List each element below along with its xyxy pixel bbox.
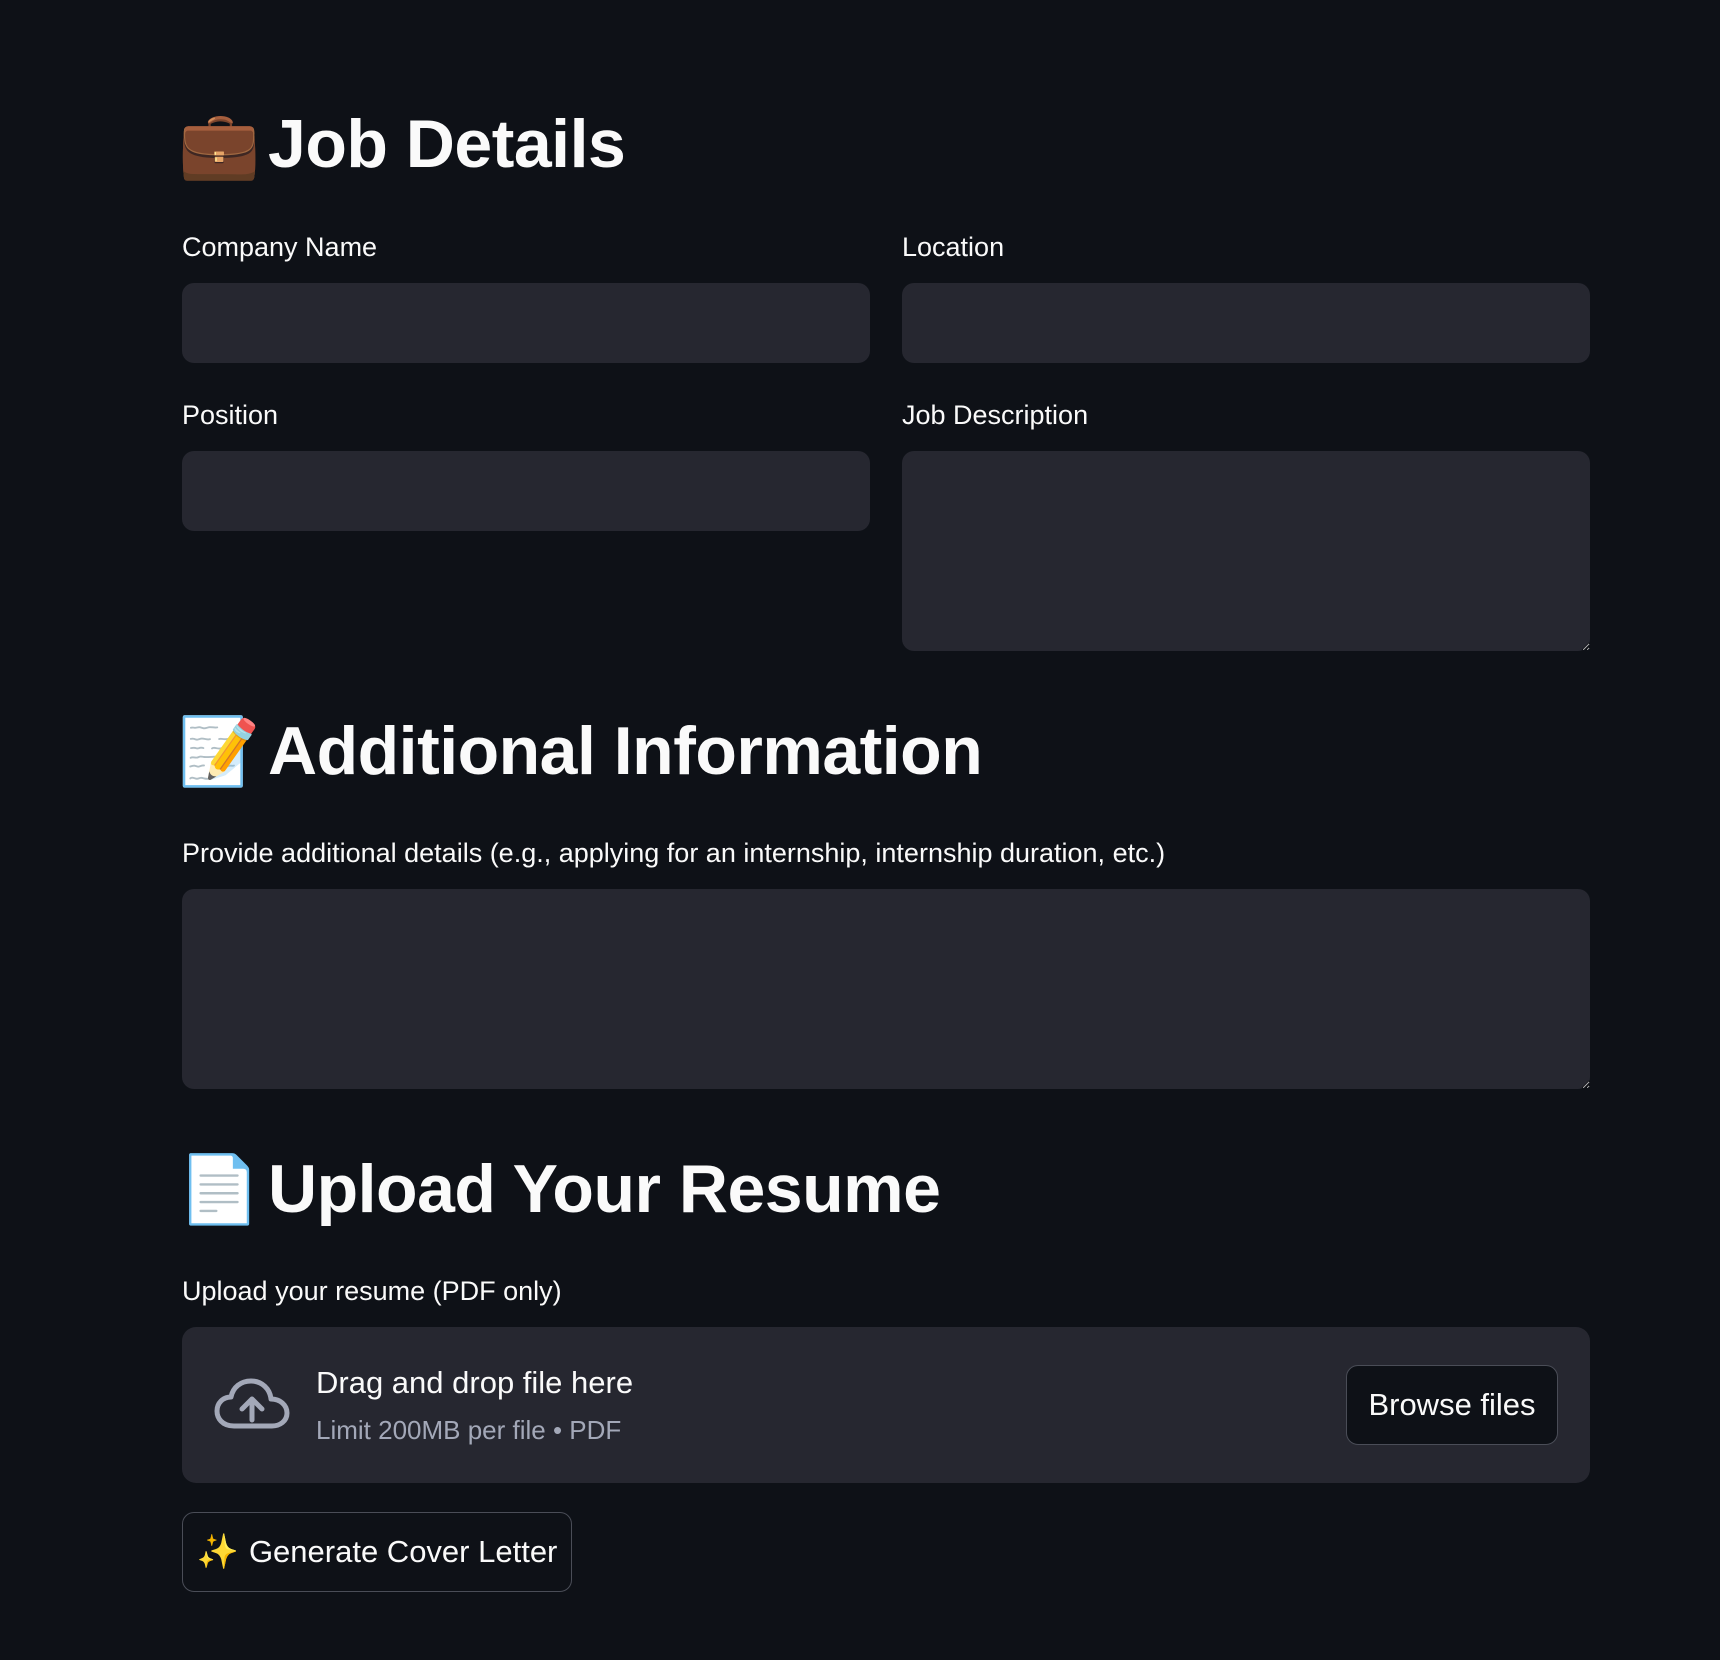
upload-resume-title: Upload Your Resume [268,1151,941,1227]
position-group: Position [182,400,870,651]
additional-details-textarea[interactable] [182,889,1590,1089]
additional-info-title: Additional Information [268,713,983,789]
additional-details-label: Provide additional details (e.g., applyi… [182,838,1166,868]
job-description-textarea[interactable] [902,451,1590,651]
generate-cover-letter-button[interactable]: ✨ Generate Cover Letter [182,1512,572,1592]
company-name-label: Company Name [182,232,378,262]
job-details-heading: 💼 Job Details [178,105,626,183]
company-name-group: Company Name [182,232,870,363]
app-page: 💼 Job Details Company Name Location Posi… [0,0,1720,1660]
sparkles-icon: ✨ [196,1533,239,1571]
position-input[interactable] [182,451,870,531]
company-name-input[interactable] [182,283,870,363]
file-dropzone[interactable]: Drag and drop file here Limit 200MB per … [182,1327,1590,1483]
additional-info-heading: 📝 Additional Information [178,712,983,790]
location-input[interactable] [902,283,1590,363]
file-limit-text: Limit 200MB per file • PDF [316,1414,622,1445]
job-description-group: Job Description [902,400,1590,651]
additional-details-group: Provide additional details (e.g., applyi… [182,838,1590,1089]
generate-cover-letter-label: Generate Cover Letter [248,1534,558,1569]
document-icon: 📄 [178,1152,260,1226]
resume-upload-group: Upload your resume (PDF only) Drag and d… [182,1276,1590,1483]
job-details-title: Job Details [268,106,626,182]
upload-resume-heading: 📄 Upload Your Resume [178,1150,941,1228]
drag-drop-text: Drag and drop file here [316,1364,634,1400]
memo-icon: 📝 [178,714,260,788]
job-description-label: Job Description [902,400,1089,430]
location-label: Location [902,232,1005,262]
cloud-upload-icon [214,1376,290,1434]
briefcase-icon: 💼 [178,107,260,181]
upload-resume-label: Upload your resume (PDF only) [182,1276,562,1306]
browse-files-button[interactable]: Browse files [1346,1365,1558,1445]
dropzone-text: Drag and drop file here Limit 200MB per … [316,1365,633,1446]
position-label: Position [182,400,279,430]
location-group: Location [902,232,1590,363]
